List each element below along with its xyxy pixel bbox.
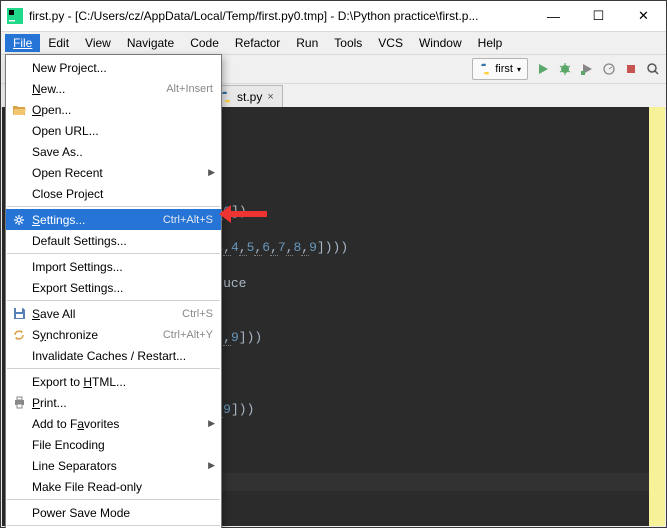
menu-item-make-readonly[interactable]: Make File Read-only <box>6 476 221 497</box>
file-menu-dropdown: New Project... New...Alt+Insert Open... … <box>5 54 222 528</box>
menu-window[interactable]: Window <box>411 34 470 52</box>
sync-icon <box>10 328 28 342</box>
search-icon[interactable] <box>646 62 660 76</box>
menu-item-settings[interactable]: Settings...Ctrl+Alt+S <box>6 209 221 230</box>
menu-item-new[interactable]: New...Alt+Insert <box>6 78 221 99</box>
menu-vcs[interactable]: VCS <box>370 34 411 52</box>
ide-window: first.py - [C:/Users/cz/AppData/Local/Te… <box>0 0 667 528</box>
menubar: File Edit View Navigate Code Refactor Ru… <box>1 32 666 55</box>
menu-item-export-settings[interactable]: Export Settings... <box>6 277 221 298</box>
stop-icon[interactable] <box>624 62 638 76</box>
menu-help[interactable]: Help <box>470 34 511 52</box>
menu-tools[interactable]: Tools <box>326 34 370 52</box>
save-icon <box>10 307 28 320</box>
python-file-icon <box>479 63 491 75</box>
menu-item-save-as[interactable]: Save As.. <box>6 141 221 162</box>
profiler-icon[interactable] <box>602 62 616 76</box>
menu-item-synchronize[interactable]: SynchronizeCtrl+Alt+Y <box>6 324 221 345</box>
close-button[interactable]: ✕ <box>621 1 666 31</box>
tab-label: st.py <box>237 90 262 104</box>
folder-open-icon <box>10 104 28 116</box>
menu-item-open-url[interactable]: Open URL... <box>6 120 221 141</box>
menu-item-export-html[interactable]: Export to HTML... <box>6 371 221 392</box>
titlebar: first.py - [C:/Users/cz/AppData/Local/Te… <box>1 1 666 32</box>
pycharm-app-icon <box>7 8 23 24</box>
error-stripe[interactable] <box>649 107 665 526</box>
menu-file[interactable]: File <box>5 34 40 52</box>
menu-item-line-separators[interactable]: Line Separators▶ <box>6 455 221 476</box>
menu-item-close-project[interactable]: Close Project <box>6 183 221 204</box>
menu-item-default-settings[interactable]: Default Settings... <box>6 230 221 251</box>
tab-close-icon[interactable]: × <box>267 91 273 103</box>
gear-icon <box>10 213 28 227</box>
menu-edit[interactable]: Edit <box>40 34 77 52</box>
run-icon[interactable] <box>536 62 550 76</box>
menu-separator <box>7 525 220 526</box>
menu-separator <box>7 253 220 254</box>
maximize-button[interactable]: ☐ <box>576 1 621 31</box>
menu-item-power-save[interactable]: Power Save Mode <box>6 502 221 523</box>
menu-item-invalidate-caches[interactable]: Invalidate Caches / Restart... <box>6 345 221 366</box>
menu-item-file-encoding[interactable]: File Encoding <box>6 434 221 455</box>
run-config-selector[interactable]: first ▾ <box>472 58 528 80</box>
menu-separator <box>7 499 220 500</box>
menu-separator <box>7 206 220 207</box>
menu-item-save-all[interactable]: Save AllCtrl+S <box>6 303 221 324</box>
menu-separator <box>7 368 220 369</box>
debug-icon[interactable] <box>558 62 572 76</box>
menu-code[interactable]: Code <box>182 34 227 52</box>
menu-item-open[interactable]: Open... <box>6 99 221 120</box>
menu-run[interactable]: Run <box>288 34 326 52</box>
run-coverage-icon[interactable] <box>580 62 594 76</box>
menu-item-open-recent[interactable]: Open Recent▶ <box>6 162 221 183</box>
minimize-button[interactable]: — <box>531 1 576 31</box>
window-title: first.py - [C:/Users/cz/AppData/Local/Te… <box>29 9 478 23</box>
menu-item-import-settings[interactable]: Import Settings... <box>6 256 221 277</box>
dropdown-icon: ▾ <box>517 65 521 74</box>
menu-refactor[interactable]: Refactor <box>227 34 288 52</box>
menu-view[interactable]: View <box>77 34 119 52</box>
menu-item-print[interactable]: Print... <box>6 392 221 413</box>
menu-item-new-project[interactable]: New Project... <box>6 57 221 78</box>
run-config-label: first <box>495 63 513 75</box>
menu-separator <box>7 300 220 301</box>
menu-item-add-favorites[interactable]: Add to Favorites▶ <box>6 413 221 434</box>
window-controls: — ☐ ✕ <box>531 1 666 31</box>
menu-navigate[interactable]: Navigate <box>119 34 182 52</box>
print-icon <box>10 396 28 409</box>
